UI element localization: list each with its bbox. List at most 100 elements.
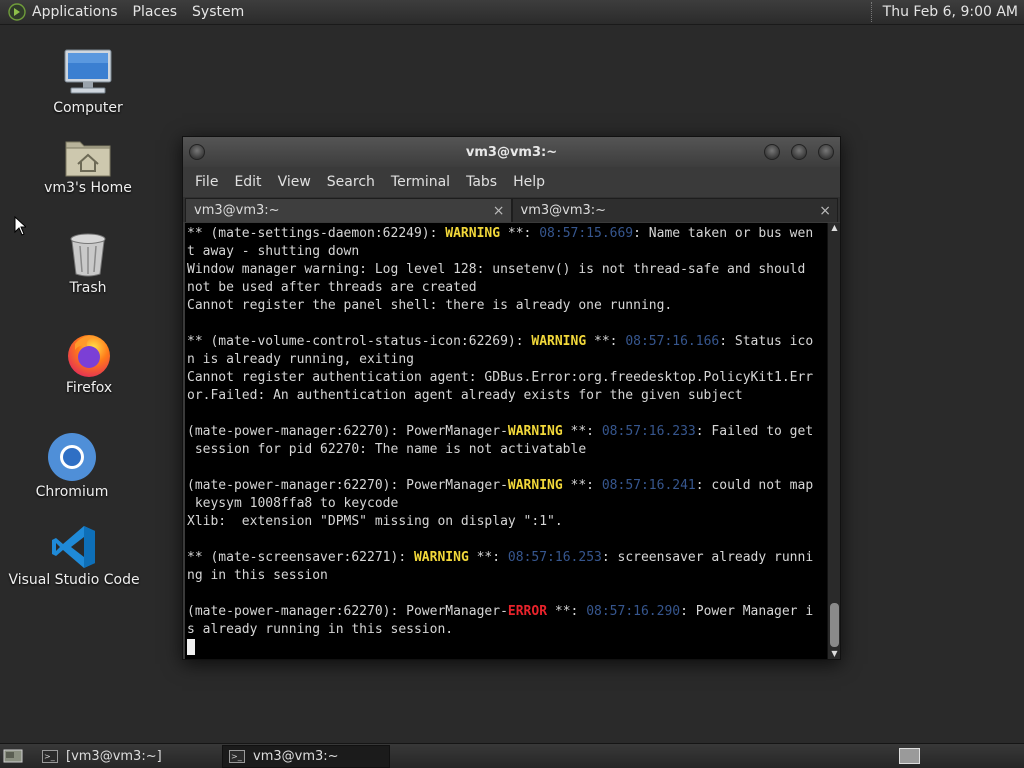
- scroll-up-icon[interactable]: ▲: [828, 223, 841, 233]
- timestamp: 08:57:16.241: [601, 478, 696, 493]
- log-text: (mate-power-manager:62270): PowerManager…: [187, 424, 508, 439]
- desktop-icon-chromium[interactable]: Chromium: [12, 424, 132, 500]
- mouse-pointer-icon: [14, 216, 26, 236]
- menu-search[interactable]: Search: [319, 174, 383, 190]
- timestamp: 08:57:16.290: [586, 604, 681, 619]
- menu-terminal[interactable]: Terminal: [383, 174, 458, 190]
- menu-file[interactable]: File: [187, 174, 226, 190]
- mate-logo-icon[interactable]: [8, 3, 26, 21]
- log-text: : Power Manager i: [680, 604, 814, 619]
- window-title: vm3@vm3:~: [465, 144, 558, 160]
- log-text: (mate-power-manager:62270): PowerManager…: [187, 478, 508, 493]
- terminal-line: Cannot register authentication agent: GD…: [187, 369, 827, 387]
- minimize-button[interactable]: [764, 144, 780, 160]
- desktop-icon-vscode[interactable]: Visual Studio Code: [8, 512, 140, 588]
- terminal-line: ** (mate-settings-daemon:62249): WARNING…: [187, 225, 827, 243]
- desktop-icon-label: Trash: [69, 280, 107, 296]
- log-text: **:: [562, 478, 602, 493]
- log-text: : screensaver already runni: [601, 550, 814, 565]
- bottom-panel: >_ [vm3@vm3:~] >_ vm3@vm3:~: [0, 743, 1024, 768]
- log-text: **:: [547, 604, 587, 619]
- desktop-icon-firefox[interactable]: Firefox: [29, 320, 149, 396]
- log-text: **:: [586, 334, 626, 349]
- log-text: ng in this session: [187, 568, 328, 583]
- terminal-line: (mate-power-manager:62270): PowerManager…: [187, 477, 827, 495]
- tab-2[interactable]: vm3@vm3:~ ×: [511, 198, 838, 222]
- desktop-icon-label: Firefox: [65, 380, 113, 396]
- log-text: not be used after threads are created: [187, 280, 477, 295]
- taskbar-item-terminal-minimized[interactable]: >_ [vm3@vm3:~]: [36, 745, 196, 768]
- timestamp: 08:57:15.669: [539, 226, 634, 241]
- terminal-line: ** (mate-screensaver:62271): WARNING **:…: [187, 549, 827, 567]
- log-text: Cannot register the panel shell: there i…: [187, 298, 673, 313]
- warning-label: WARNING: [507, 478, 563, 493]
- tab-label: vm3@vm3:~: [194, 203, 280, 218]
- tab-close-icon[interactable]: ×: [493, 203, 505, 219]
- desktop-icon-computer[interactable]: Computer: [28, 40, 148, 116]
- timestamp: 08:57:16.253: [507, 550, 602, 565]
- window-titlebar[interactable]: vm3@vm3:~: [183, 137, 840, 167]
- firefox-icon: [65, 320, 113, 378]
- show-desktop-icon[interactable]: [2, 746, 24, 766]
- terminal-line: n is already running, exiting: [187, 351, 827, 369]
- terminal-scrollbar[interactable]: ▲ ▼: [827, 223, 840, 659]
- text-cursor: [187, 639, 195, 655]
- taskbar-item-label: [vm3@vm3:~]: [66, 748, 162, 764]
- scroll-down-icon[interactable]: ▼: [828, 649, 841, 659]
- log-text: (mate-power-manager:62270): PowerManager…: [187, 604, 508, 619]
- system-menu[interactable]: System: [192, 4, 244, 20]
- log-text: ** (mate-screensaver:62271):: [187, 550, 414, 565]
- warning-label: WARNING: [445, 226, 501, 241]
- desktop-icon-label: Chromium: [35, 484, 109, 500]
- log-text: keysym 1008ffa8 to keycode: [187, 496, 399, 511]
- terminal-line: Xlib: extension "DPMS" missing on displa…: [187, 513, 827, 531]
- warning-label: WARNING: [413, 550, 469, 565]
- maximize-button[interactable]: [791, 144, 807, 160]
- taskbar-item-terminal-active[interactable]: >_ vm3@vm3:~: [222, 744, 390, 768]
- terminal-icon: >_: [42, 749, 58, 763]
- menu-tabs[interactable]: Tabs: [458, 174, 505, 190]
- window-menu-button[interactable]: [189, 144, 205, 160]
- log-text: : Failed to get: [695, 424, 814, 439]
- chromium-icon: [47, 424, 97, 482]
- places-menu[interactable]: Places: [133, 4, 178, 20]
- log-text: : Name taken or bus wen: [633, 226, 814, 241]
- tab-close-icon[interactable]: ×: [819, 203, 831, 219]
- home-folder-icon: [64, 120, 112, 178]
- prompt-line[interactable]: [187, 639, 827, 657]
- log-text: **:: [500, 226, 540, 241]
- menu-view[interactable]: View: [270, 174, 319, 190]
- terminal-line: (mate-power-manager:62270): PowerManager…: [187, 423, 827, 441]
- log-text: : Status ico: [719, 334, 814, 349]
- desktop-icon-label: Visual Studio Code: [8, 572, 140, 588]
- close-button[interactable]: [818, 144, 834, 160]
- terminal-window: vm3@vm3:~ File Edit View Search Terminal…: [182, 136, 841, 660]
- terminal-line: ng in this session: [187, 567, 827, 585]
- trash-icon: [68, 220, 108, 278]
- log-text: Window manager warning: Log level 128: u…: [187, 262, 806, 277]
- warning-label: WARNING: [507, 424, 563, 439]
- log-text: Xlib: extension "DPMS" missing on displa…: [187, 514, 563, 529]
- tab-1[interactable]: vm3@vm3:~ ×: [185, 198, 512, 222]
- desktop-icon-label: vm3's Home: [44, 180, 132, 196]
- terminal-line: Window manager warning: Log level 128: u…: [187, 261, 827, 279]
- terminal-icon: >_: [229, 749, 245, 763]
- scrollbar-thumb[interactable]: [830, 603, 839, 647]
- log-text: Cannot register authentication agent: GD…: [187, 370, 814, 385]
- menu-help[interactable]: Help: [505, 174, 553, 190]
- terminal-line: keysym 1008ffa8 to keycode: [187, 495, 827, 513]
- clock[interactable]: Thu Feb 6, 9:00 AM: [873, 4, 1024, 20]
- applications-menu[interactable]: Applications: [32, 4, 118, 20]
- log-text: n is already running, exiting: [187, 352, 414, 367]
- terminal-output[interactable]: ** (mate-settings-daemon:62249): WARNING…: [185, 223, 827, 659]
- log-text: **:: [562, 424, 602, 439]
- warning-label: WARNING: [531, 334, 587, 349]
- menu-edit[interactable]: Edit: [226, 174, 269, 190]
- terminal-line: or.Failed: An authentication agent alrea…: [187, 387, 827, 405]
- workspace-switcher[interactable]: [899, 748, 920, 764]
- desktop-icon-trash[interactable]: Trash: [28, 220, 148, 296]
- desktop-icon-home[interactable]: vm3's Home: [28, 120, 148, 196]
